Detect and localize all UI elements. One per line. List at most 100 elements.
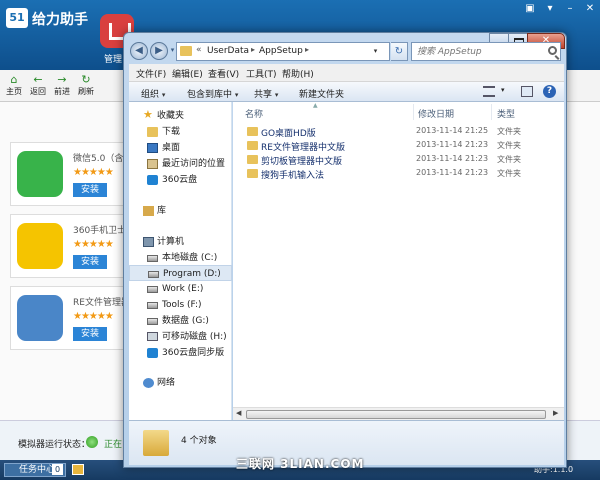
chevron-down-icon[interactable]: ▾ [501, 86, 505, 94]
menu-help[interactable]: 帮助(H) [282, 67, 314, 80]
app-card[interactable]: 360手机卫士 ★★★★★ 安装 [10, 214, 130, 278]
nav-favorites[interactable]: ★ 收藏夹 [129, 108, 232, 124]
nav-drive-g[interactable]: 数据盘 (G:) [129, 313, 232, 329]
nav-drive-c[interactable]: 本地磁盘 (C:) [129, 250, 232, 266]
install-button[interactable]: 安装 [73, 255, 107, 269]
back-nav-button[interactable]: ◀ [130, 42, 148, 60]
install-button[interactable]: 安装 [73, 183, 107, 197]
forward-button[interactable]: → 前进 [50, 73, 74, 97]
install-button[interactable]: 安装 [73, 327, 107, 341]
monitor-icon[interactable] [72, 464, 84, 475]
nav-drive-d[interactable]: Program (D:) [129, 265, 232, 281]
search-input[interactable] [412, 43, 544, 60]
forward-button-label: 前进 [54, 87, 70, 96]
file-name: RE文件管理器中文版 [261, 143, 345, 153]
file-row[interactable]: GO桌面HD版 2013-11-14 21:25 文件夹 [245, 125, 561, 139]
app-title: 给力助手 [32, 12, 88, 28]
app-card[interactable]: 微信5.0（含 ★★★★★ 安装 [10, 142, 130, 206]
share-button[interactable]: 共享 ▾ [254, 87, 278, 100]
column-date[interactable]: 修改日期 [418, 107, 454, 120]
nav-drive-h[interactable]: 可移动磁盘 (H:) [129, 329, 232, 345]
column-divider[interactable] [413, 104, 414, 120]
forward-nav-button[interactable]: ▶ [150, 42, 168, 60]
column-divider[interactable] [491, 104, 492, 120]
folder-icon [247, 169, 258, 178]
drive-icon [147, 318, 158, 325]
include-library-button[interactable]: 包含到库中 ▾ [187, 87, 238, 100]
breadcrumb-overflow[interactable]: « [196, 45, 202, 55]
search-box[interactable] [411, 42, 561, 61]
task-count-badge: 0 [52, 464, 63, 475]
file-row[interactable]: 搜狗手机输入法 2013-11-14 21:23 文件夹 [245, 167, 561, 181]
file-date: 2013-11-14 21:23 [416, 154, 489, 163]
refresh-address-button[interactable]: ↻ [391, 42, 408, 61]
scroll-right-icon[interactable]: ▶ [553, 409, 558, 417]
nav-cloud-sync[interactable]: 360云盘同步版 [129, 345, 232, 361]
watermark: 三联网 3LIAN.COM [236, 457, 365, 471]
file-date: 2013-11-14 21:25 [416, 126, 489, 135]
menu-file[interactable]: 文件(F) [136, 67, 166, 80]
network-icon [143, 378, 154, 388]
refresh-button[interactable]: ↻ 刷新 [74, 73, 98, 97]
view-options-icon[interactable] [483, 86, 495, 97]
address-dropdown[interactable]: ▾ [370, 42, 381, 61]
column-name[interactable]: 名称 [245, 107, 263, 120]
app-card[interactable]: RE文件管理器 ★★★★★ 安装 [10, 286, 130, 350]
skin-icon[interactable]: ▣ [522, 2, 538, 16]
nav-label: 可移动磁盘 (H:) [162, 332, 227, 342]
nav-recent[interactable]: 最近访问的位置 [129, 156, 232, 172]
nav-library[interactable]: 库 [129, 203, 232, 219]
address-bar[interactable]: « UserData ▸ AppSetup ▸ [176, 42, 390, 61]
nav-downloads[interactable]: 下载 [129, 124, 232, 140]
nav-label: Work (E:) [162, 284, 204, 294]
breadcrumb-appsetup[interactable]: AppSetup [259, 46, 303, 56]
nav-network[interactable]: 网络 [129, 375, 232, 391]
chevron-right-icon[interactable]: ▸ [305, 45, 309, 54]
close-icon[interactable]: ✕ [582, 2, 598, 16]
app-name: 360手机卫士 [73, 226, 127, 236]
cloud-drive-icon [147, 175, 158, 185]
help-icon[interactable]: ? [543, 85, 556, 98]
chevron-right-icon[interactable]: ▸ [251, 45, 255, 54]
column-type[interactable]: 类型 [497, 107, 515, 120]
nav-desktop[interactable]: 桌面 [129, 140, 232, 156]
nav-drive-f[interactable]: Tools (F:) [129, 297, 232, 313]
menu-edit[interactable]: 编辑(E) [172, 67, 203, 80]
horizontal-scrollbar[interactable]: ◀ ▶ [233, 407, 564, 420]
file-name: 搜狗手机输入法 [261, 171, 325, 181]
scroll-left-icon[interactable]: ◀ [236, 409, 241, 417]
app-logo-icon: 51 [6, 8, 28, 28]
chevron-down-icon: ▾ [274, 91, 279, 99]
file-type: 文件夹 [497, 155, 521, 164]
back-button[interactable]: ← 返回 [26, 73, 50, 97]
file-row[interactable]: 剪切板管理器中文版 2013-11-14 21:23 文件夹 [245, 153, 561, 167]
home-button[interactable]: ⌂ 主页 [2, 73, 26, 97]
menu-tools[interactable]: 工具(T) [246, 67, 277, 80]
chevron-down-icon: ▾ [161, 91, 166, 99]
menu-icon[interactable]: ▾ [542, 2, 558, 16]
search-icon[interactable] [548, 46, 557, 55]
preview-pane-icon[interactable] [521, 86, 533, 97]
home-nav-icon: ⌂ [10, 73, 18, 86]
menu-view[interactable]: 查看(V) [208, 67, 239, 80]
organize-button[interactable]: 组织 ▾ [141, 87, 165, 100]
nav-label: 收藏夹 [157, 111, 185, 121]
rating-stars: ★★★★★ [73, 311, 114, 322]
emulator-status-value: 正在 [104, 440, 123, 450]
file-list: 名称 ▲ 修改日期 类型 GO桌面HD版 2013-11-14 21:25 文件… [233, 102, 564, 420]
minimize-icon[interactable]: – [562, 2, 578, 16]
nav-label: Program (D:) [163, 269, 221, 279]
rating-stars: ★★★★★ [73, 239, 114, 250]
file-date: 2013-11-14 21:23 [416, 140, 489, 149]
nav-computer[interactable]: 计算机 [129, 234, 232, 250]
file-row[interactable]: RE文件管理器中文版 2013-11-14 21:23 文件夹 [245, 139, 561, 153]
folder-icon [247, 155, 258, 164]
breadcrumb-userdata[interactable]: UserData [207, 46, 249, 56]
app-name: 微信5.0（含 [73, 154, 124, 164]
nav-cloud[interactable]: 360云盘 [129, 172, 232, 188]
scrollbar-thumb[interactable] [246, 410, 546, 419]
nav-drive-e[interactable]: Work (E:) [129, 281, 232, 297]
cloud-sync-icon [147, 348, 158, 358]
chevron-down-icon: ▾ [234, 91, 239, 99]
new-folder-button[interactable]: 新建文件夹 [299, 87, 344, 100]
